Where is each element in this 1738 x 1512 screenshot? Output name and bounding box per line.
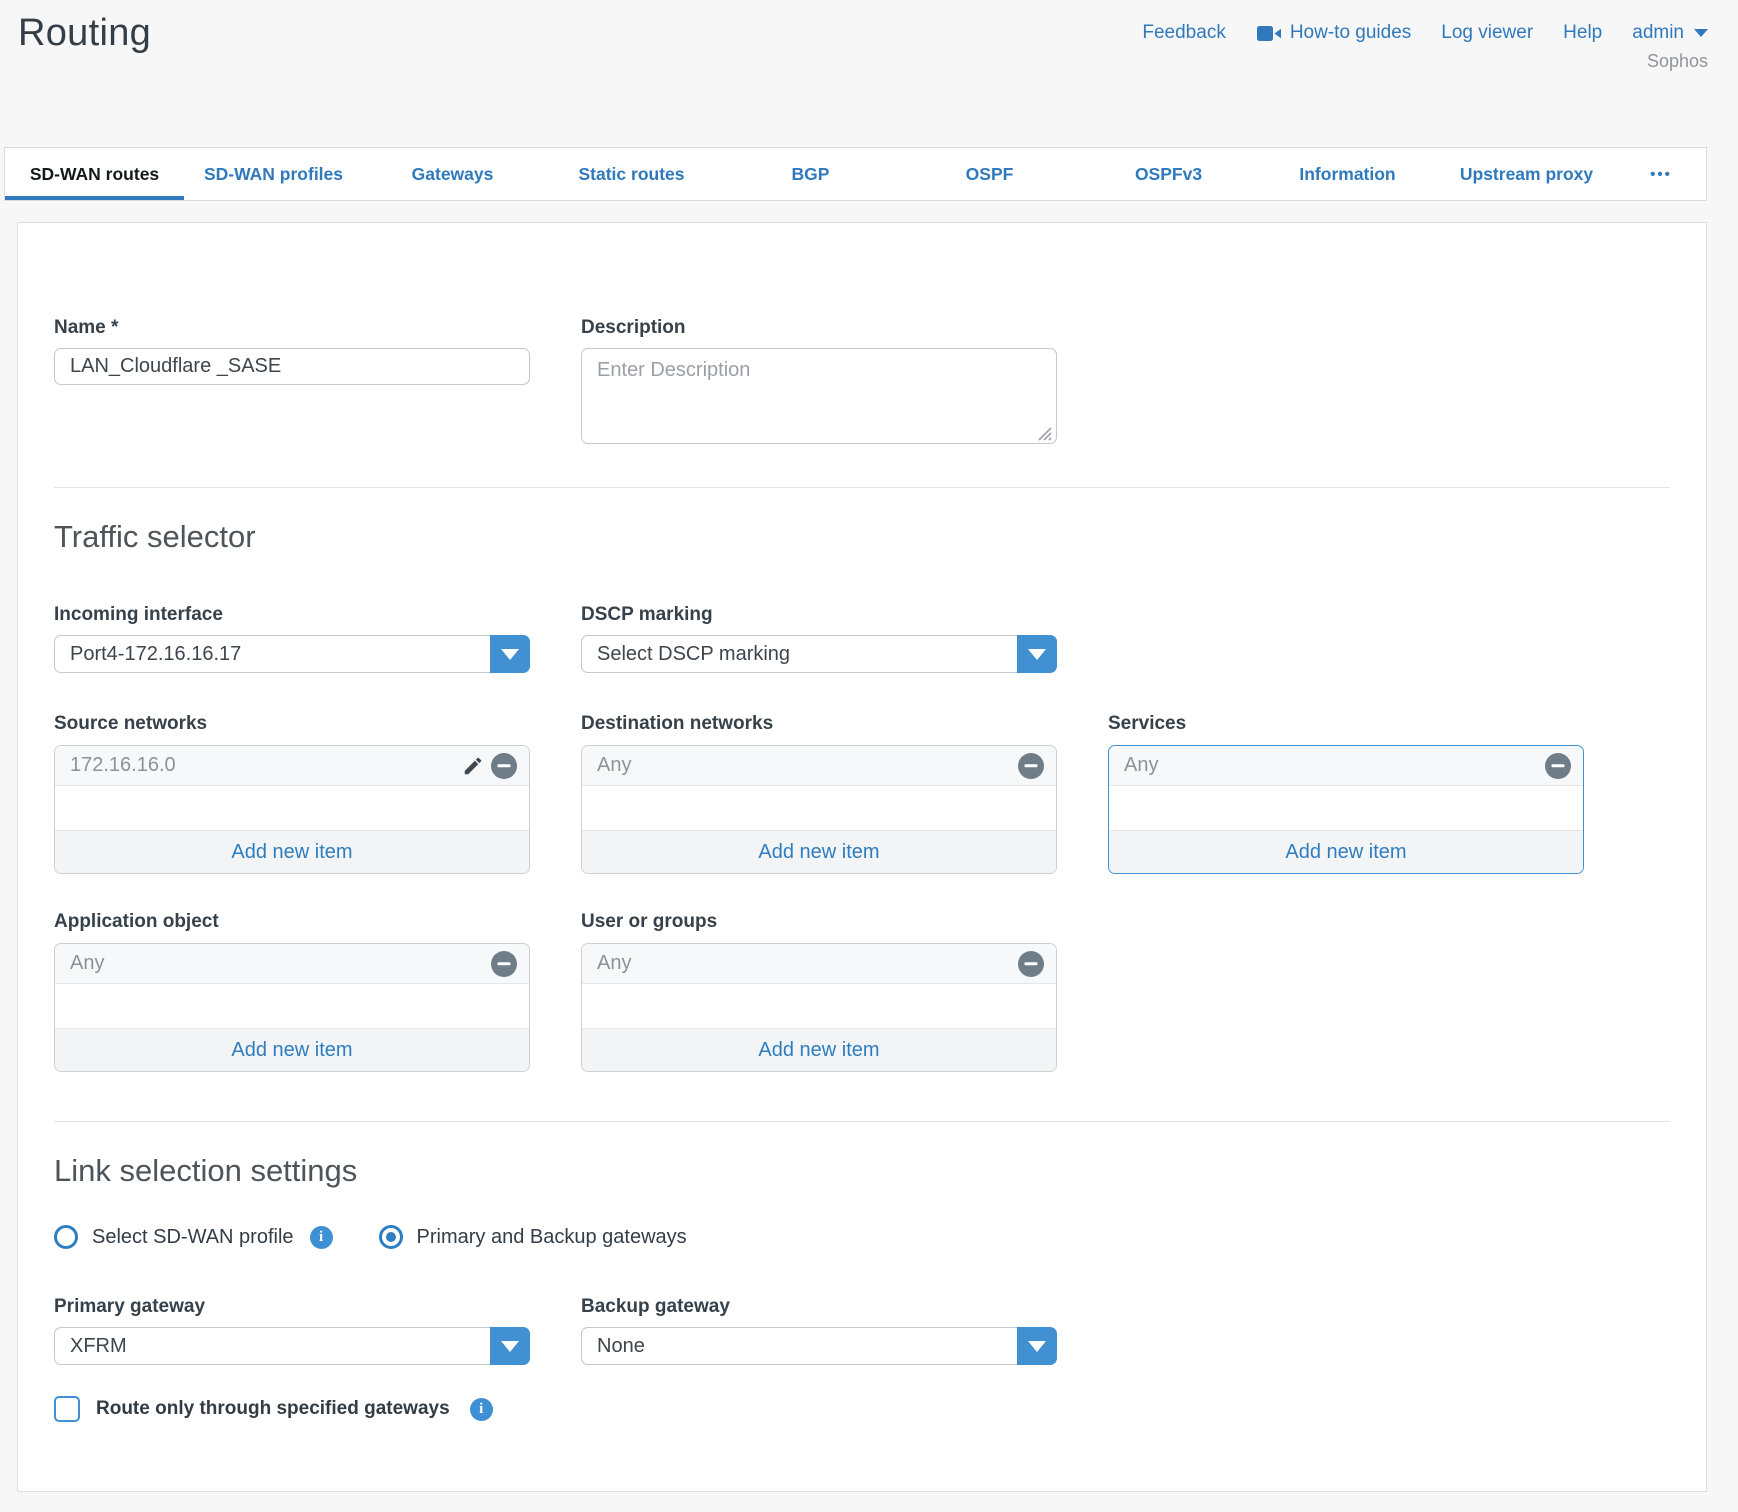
tab-static-routes[interactable]: Static routes xyxy=(542,148,721,200)
header-links: Feedback How-to guides Log viewer Help a… xyxy=(1142,22,1708,44)
tab-sd-wan-routes[interactable]: SD-WAN routes xyxy=(5,148,184,200)
list-item: Any xyxy=(582,944,1056,984)
route-only-checkbox-label[interactable]: Route only through specified gateways xyxy=(96,1398,450,1420)
traffic-selector-heading: Traffic selector xyxy=(54,519,1670,555)
tab-gateways[interactable]: Gateways xyxy=(363,148,542,200)
backup-gateway-select[interactable]: None xyxy=(581,1327,1057,1365)
radio-primary-backup[interactable] xyxy=(379,1225,403,1249)
chevron-down-icon[interactable] xyxy=(490,635,530,673)
add-new-item-button[interactable]: Add new item xyxy=(1109,830,1583,873)
edit-icon[interactable] xyxy=(462,755,484,777)
application-object-box: Any Add new item xyxy=(54,943,530,1072)
info-icon[interactable]: i xyxy=(310,1226,333,1249)
add-new-item-button[interactable]: Add new item xyxy=(55,830,529,873)
chevron-down-icon xyxy=(1694,29,1708,37)
tab-overflow-menu[interactable]: ••• xyxy=(1616,148,1706,200)
source-networks-box: 172.16.16.0 Add new item xyxy=(54,745,530,874)
incoming-interface-select[interactable]: Port4-172.16.16.17 xyxy=(54,635,530,673)
chevron-down-icon[interactable] xyxy=(1017,1327,1057,1365)
backup-gateway-label: Backup gateway xyxy=(581,1296,1057,1318)
description-label: Description xyxy=(581,317,1057,339)
remove-icon[interactable] xyxy=(491,753,517,779)
log-viewer-link[interactable]: Log viewer xyxy=(1441,22,1533,44)
form-card: Name * Description Traffic selector Inco… xyxy=(17,222,1707,1492)
page-title: Routing xyxy=(18,12,151,90)
howto-guides-link[interactable]: How-to guides xyxy=(1256,22,1411,44)
destination-networks-label: Destination networks xyxy=(581,713,1057,735)
video-camera-icon xyxy=(1256,25,1282,42)
dscp-marking-label: DSCP marking xyxy=(581,604,1057,626)
remove-icon[interactable] xyxy=(491,951,517,977)
help-link[interactable]: Help xyxy=(1563,22,1602,44)
chevron-down-icon[interactable] xyxy=(1017,635,1057,673)
services-box: Any Add new item xyxy=(1108,745,1584,874)
user-or-groups-label: User or groups xyxy=(581,911,1057,933)
remove-icon[interactable] xyxy=(1018,753,1044,779)
tab-upstream-proxy[interactable]: Upstream proxy xyxy=(1437,148,1616,200)
source-networks-label: Source networks xyxy=(54,713,530,735)
brand-label: Sophos xyxy=(1142,51,1708,72)
list-item: 172.16.16.0 xyxy=(55,746,529,786)
radio-select-sdwan-profile[interactable] xyxy=(54,1225,78,1249)
radio-select-sdwan-profile-label[interactable]: Select SD-WAN profile xyxy=(92,1226,294,1249)
section-divider xyxy=(54,1121,1670,1122)
remove-icon[interactable] xyxy=(1018,951,1044,977)
destination-networks-box: Any Add new item xyxy=(581,745,1057,874)
list-item: Any xyxy=(1109,746,1583,786)
tab-bar: SD-WAN routes SD-WAN profiles Gateways S… xyxy=(4,147,1707,201)
radio-primary-backup-label[interactable]: Primary and Backup gateways xyxy=(417,1226,687,1249)
tab-information[interactable]: Information xyxy=(1258,148,1437,200)
add-new-item-button[interactable]: Add new item xyxy=(582,830,1056,873)
page-header: Routing Feedback How-to guides Log viewe… xyxy=(0,0,1738,90)
route-only-checkbox[interactable] xyxy=(54,1396,80,1422)
primary-gateway-select[interactable]: XFRM xyxy=(54,1327,530,1365)
tab-ospfv3[interactable]: OSPFv3 xyxy=(1079,148,1258,200)
add-new-item-button[interactable]: Add new item xyxy=(582,1028,1056,1071)
chevron-down-icon[interactable] xyxy=(490,1327,530,1365)
tab-bgp[interactable]: BGP xyxy=(721,148,900,200)
tab-sd-wan-profiles[interactable]: SD-WAN profiles xyxy=(184,148,363,200)
incoming-interface-label: Incoming interface xyxy=(54,604,530,626)
name-label: Name * xyxy=(54,317,530,339)
feedback-link[interactable]: Feedback xyxy=(1142,22,1225,44)
resize-handle-icon[interactable] xyxy=(1038,427,1052,441)
primary-gateway-label: Primary gateway xyxy=(54,1296,530,1318)
tab-ospf[interactable]: OSPF xyxy=(900,148,1079,200)
services-label: Services xyxy=(1108,713,1584,735)
application-object-label: Application object xyxy=(54,911,530,933)
remove-icon[interactable] xyxy=(1545,753,1571,779)
section-divider xyxy=(54,487,1670,488)
add-new-item-button[interactable]: Add new item xyxy=(55,1028,529,1071)
link-selection-heading: Link selection settings xyxy=(54,1153,1670,1189)
list-item: Any xyxy=(55,944,529,984)
info-icon[interactable]: i xyxy=(470,1398,493,1421)
admin-menu[interactable]: admin xyxy=(1632,22,1708,44)
list-item: Any xyxy=(582,746,1056,786)
description-textarea[interactable] xyxy=(581,348,1057,444)
dscp-marking-select[interactable]: Select DSCP marking xyxy=(581,635,1057,673)
user-or-groups-box: Any Add new item xyxy=(581,943,1057,1072)
name-input[interactable] xyxy=(54,348,530,385)
